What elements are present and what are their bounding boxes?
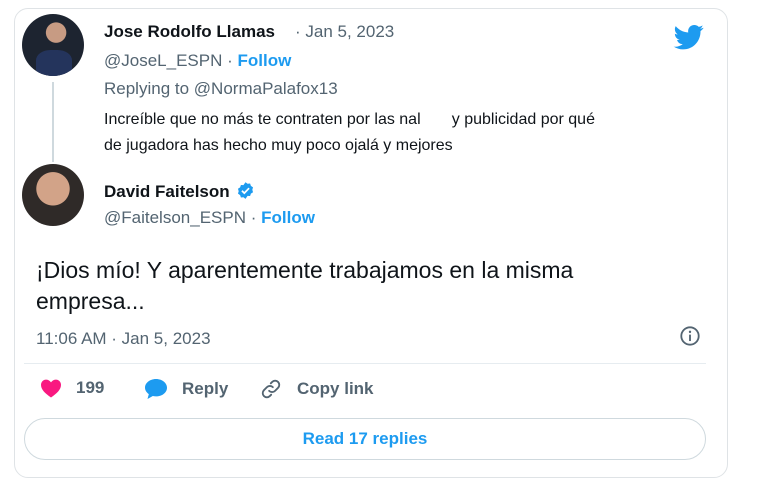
main-author-name[interactable]: David Faitelson [104, 181, 255, 202]
reply-label: Reply [182, 379, 229, 398]
read-replies-button[interactable]: Read 17 replies [24, 418, 706, 460]
replying-to-line: Replying to @NormaPalafox13 [104, 79, 338, 99]
reply-handle[interactable]: @JoseL_ESPN [104, 51, 222, 70]
reply-button[interactable]: Reply [144, 378, 228, 400]
avatar-david-faitelson[interactable] [22, 164, 84, 226]
twitter-bird-icon[interactable] [672, 22, 706, 52]
thread-connector-line [52, 82, 54, 162]
reply-bubble-icon [145, 379, 167, 399]
copy-link-button[interactable]: Copy link [259, 378, 374, 400]
main-text-line-2: empresa... [36, 288, 145, 314]
reply-text-line-1: Increíble que no más te contraten por la… [104, 111, 595, 128]
reply-author-name[interactable]: Jose Rodolfo Llamas [104, 22, 275, 42]
reply-text-line-2: de jugadora has hecho muy poco ojalá y m… [104, 137, 453, 154]
avatar-jose-rodolfo-llamas[interactable] [22, 14, 84, 76]
reply-date[interactable]: Jan 5, 2023 [305, 22, 394, 41]
heart-icon [41, 379, 61, 398]
link-icon [261, 379, 281, 399]
info-icon[interactable] [679, 325, 701, 347]
reply-author-name-text[interactable]: Jose Rodolfo Llamas [104, 22, 275, 41]
main-handle[interactable]: @Faitelson_ESPN [104, 208, 246, 227]
reply-date-wrapper: · Jan 5, 2023 [295, 22, 395, 41]
actions-divider [24, 363, 706, 364]
reply-handle-line: @JoseL_ESPN · Follow [104, 51, 292, 70]
follow-link-david[interactable]: Follow [261, 208, 315, 227]
verified-badge-icon [237, 182, 253, 199]
read-replies-label: Read 17 replies [302, 429, 428, 448]
copy-link-label: Copy link [297, 379, 374, 398]
like-button[interactable]: 199 [40, 378, 104, 398]
follow-link-jose[interactable]: Follow [237, 51, 291, 70]
main-timestamp[interactable]: 11:06 AM · Jan 5, 2023 [36, 329, 211, 349]
replying-to-handle[interactable]: @NormaPalafox13 [194, 79, 338, 98]
main-author-name-text[interactable]: David Faitelson [104, 182, 230, 201]
main-handle-line: @Faitelson_ESPN · Follow [104, 208, 315, 227]
replying-to-label: Replying to [104, 79, 190, 98]
like-count: 199 [76, 378, 105, 397]
main-text-line-1: ¡Dios mío! Y aparentemente trabajamos en… [36, 257, 574, 283]
